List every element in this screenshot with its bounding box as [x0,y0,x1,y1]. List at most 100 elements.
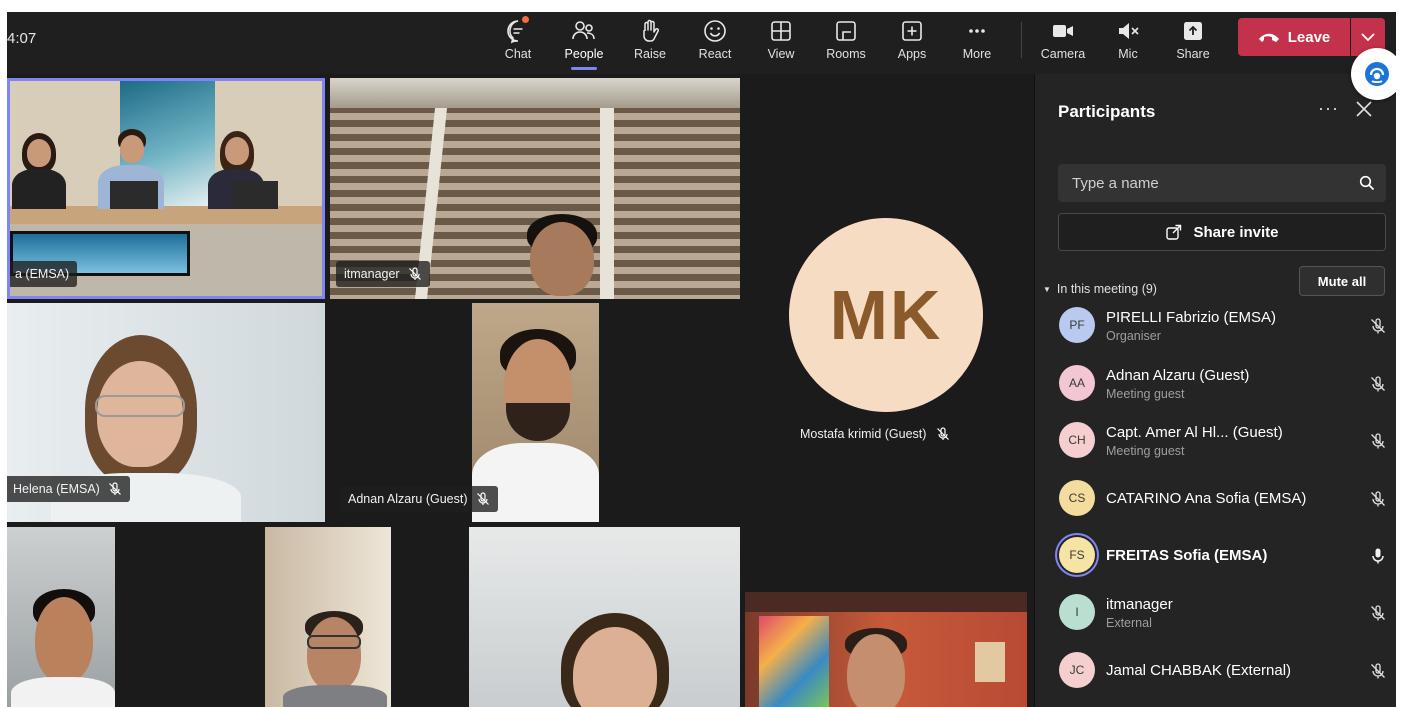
people-button[interactable]: People [555,12,613,74]
mic-label: Mic [1118,47,1138,61]
share-label: Share [1176,47,1210,61]
participant-role: Organiser [1106,329,1161,343]
more-label: More [962,47,992,61]
ceiling [745,592,1027,612]
wall-art [759,616,829,707]
chat-button[interactable]: Chat [489,12,547,74]
unread-badge [522,16,529,23]
participant-row[interactable]: JC Jamal CHABBAK (External) [1059,644,1389,696]
participant-row[interactable]: CS CATARINO Ana Sofia (EMSA) [1059,472,1389,524]
wall-frame [975,642,1005,682]
participant-name: Capt. Amer Al Hl... (Guest) [1106,424,1283,441]
avatar-initials: MK [829,276,943,354]
leave-button[interactable]: Leave [1238,18,1350,56]
mic-button[interactable]: Mic [1099,12,1157,74]
meeting-timer: 4:07 [7,30,37,47]
video-tile-participant-d[interactable] [745,592,1027,707]
tile-nametag: Helena (EMSA) [7,476,130,502]
smiley-icon [704,20,726,42]
participant-name: Jamal CHABBAK (External) [1106,662,1292,679]
participant-name: FREITAS Sofia (EMSA) [1106,547,1268,564]
mic-off-icon[interactable] [1369,604,1387,622]
mic-off-icon[interactable] [1369,432,1387,450]
participant-avatar: JC [1059,652,1095,688]
person-torso [283,685,387,707]
copilot-button[interactable] [1351,48,1396,100]
view-label: View [767,47,795,61]
hand-icon [643,19,660,42]
person-torso [11,677,115,707]
glasses [307,635,361,649]
video-tile-participant-c[interactable] [469,527,740,707]
participant-role: Meeting guest [1106,444,1185,458]
mic-off-icon[interactable] [1369,375,1387,393]
participant-row[interactable]: CH Capt. Amer Al Hl... (Guest) Meeting gue… [1059,414,1389,466]
person-torso [12,169,66,209]
apps-label: Apps [897,47,927,61]
participant-name: itmanager [344,267,400,281]
tile-nametag: Mostafa krimid (Guest) [800,427,950,441]
share-invite-label: Share invite [1193,223,1279,241]
video-tile-conference-room[interactable]: a (EMSA) [7,78,325,299]
video-tile-adnan[interactable]: Adnan Alzaru (Guest) [330,303,740,522]
mic-on-icon[interactable] [1369,547,1387,565]
react-button[interactable]: React [686,12,744,74]
chat-label: Chat [504,47,532,61]
camera-icon [1053,25,1073,37]
participant-row[interactable]: AA Adnan Alzaru (Guest) Meeting guest [1059,357,1389,409]
participant-row[interactable]: Iitmanager External [1059,586,1389,638]
panel-more-options-button[interactable]: ··· [1318,98,1339,119]
in-meeting-section-toggle[interactable]: ▼ In this meeting (9) [1043,282,1157,296]
participant-avatar: CH [1059,422,1095,458]
close-icon[interactable] [1353,98,1375,120]
participant-avatar: I [1059,594,1095,630]
mic-off-icon[interactable] [1369,662,1387,680]
tile-nametag: a (EMSA) [10,261,78,287]
participant-name: itmanager [1106,596,1173,613]
more-button[interactable]: More [948,12,1006,74]
person-head [120,135,144,163]
copilot-icon [1365,62,1389,86]
rooms-button[interactable]: Rooms [817,12,875,74]
chevron-down-icon [1361,32,1375,41]
glasses [95,395,185,417]
video-tile-participant-a[interactable] [7,527,115,707]
participant-name: a (EMSA) [15,267,70,281]
participant-name: Adnan Alzaru (Guest) [1106,367,1250,384]
video-tile-itmanager[interactable]: itmanager [330,78,740,299]
tile-gap [115,527,265,707]
video-tile-participant-b[interactable] [265,527,391,707]
mic-off-icon[interactable] [1369,490,1387,508]
share-button[interactable]: Share [1164,12,1222,74]
add-app-icon [902,21,922,41]
rooms-label: Rooms [826,47,866,61]
participant-name: Mostafa krimid (Guest) [800,427,927,441]
raise-hand-button[interactable]: Raise [621,12,679,74]
participant-row[interactable]: FS FREITAS Sofia (EMSA) [1059,529,1389,581]
window-frame [600,108,614,299]
person-head [27,139,51,167]
share-invite-button[interactable]: Share invite [1058,213,1386,251]
mute-all-button[interactable]: Mute all [1299,266,1385,296]
participant-row[interactable]: PF PIRELLI Fabrizio (EMSA) Organiser [1059,299,1389,351]
participant-name: Helena (EMSA) [13,482,100,496]
participant-avatar: CS [1059,480,1095,516]
video-tile-mostafa[interactable]: MK Mostafa krimid (Guest) [745,78,1030,524]
video-tile-helena[interactable]: Helena (EMSA) [7,303,325,522]
caret-down-icon: ▼ [1043,284,1051,294]
participant-avatar: AA [1059,365,1095,401]
meeting-toolbar: 4:07 Chat People Raise React View Rooms [7,12,1396,74]
person-head [530,222,594,296]
search-participants-input[interactable] [1058,164,1386,202]
view-button[interactable]: View [752,12,810,74]
laptop [232,181,278,209]
mic-off-icon [937,427,950,440]
camera-label: Camera [1040,47,1086,61]
participant-name: CATARINO Ana Sofia (EMSA) [1106,490,1307,507]
camera-button[interactable]: Camera [1034,12,1092,74]
mic-off-icon [476,492,489,505]
leave-label: Leave [1287,28,1331,46]
mic-off-icon[interactable] [1369,317,1387,335]
apps-button[interactable]: Apps [883,12,941,74]
participant-role: Meeting guest [1106,387,1185,401]
